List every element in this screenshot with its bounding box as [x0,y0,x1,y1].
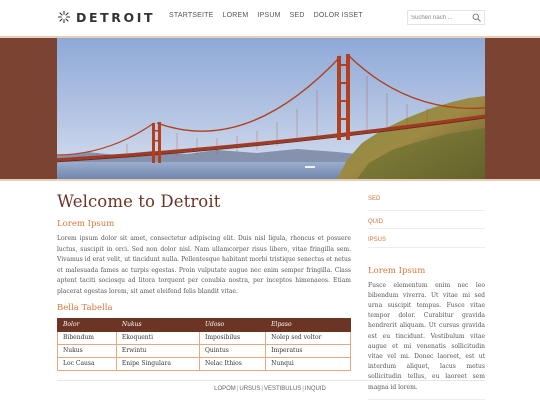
footer-divider [57,380,485,381]
table-header-row: Bolor Nukus Udoso Elpaso [57,317,351,332]
table-cell: Imposibilus [198,330,267,345]
footer-link-vestibulus[interactable]: VESTIBULUS [264,386,301,392]
search-input[interactable] [411,12,469,23]
table-cell: Nelac Ithios [198,356,267,371]
nav-item-dolor-isset[interactable]: DOLOR ISSET [314,12,363,19]
data-table: Bolor Nukus Udoso Elpaso Bibendum Ekoque… [57,317,351,371]
main-nav: STARTSEITE LOREM IPSUM SED DOLOR ISSET [169,12,372,19]
sidebar-link-quid[interactable]: QUID [368,211,485,229]
footer-separator: | [302,386,304,392]
nav-item-startseite[interactable]: STARTSEITE [169,12,214,19]
sidebar-paragraph: Fusce elementum enim nec leo bibendum vi… [368,281,485,391]
search-icon[interactable] [472,13,481,22]
table-title: Bella Tabella [57,302,113,313]
table-row: Nukus Erwintu Quintus Imperatus [57,343,351,358]
table-row: Loc Causa Enipe Singulara Nelac Ithios N… [57,356,351,371]
nav-item-sed[interactable]: SED [290,12,305,19]
sunburst-logo-icon [57,10,71,24]
table-cell: Nolep sed voltor [265,330,351,345]
table-cell: Quintus [198,343,267,358]
table-cell: Imperatus [265,343,351,358]
footer-link-inquid[interactable]: INQUID [305,386,326,392]
intro-paragraph: Lorem ipsum dolor sit amet, consectetur … [57,235,351,295]
sidebar-divider [368,398,485,400]
nav-item-ipsum[interactable]: IPSUM [257,12,280,19]
table-header-cell: Udoso [198,317,267,332]
footer-link-lopom[interactable]: LOPOM [214,386,236,392]
section-title: Lorem Ipsum [57,219,115,229]
site-logo[interactable]: DETROIT [57,9,155,25]
table-header-cell: Nukus [115,317,200,332]
table-header-cell: Elpaso [265,317,351,332]
bridge-photo [57,38,485,179]
table-cell: Ekoquenti [115,330,200,345]
sidebar: SED QUID IPSUS Lorem Ipsum Fusce element… [368,192,485,400]
sidebar-link-ipsus[interactable]: IPSUS [368,229,485,248]
main-content: Welcome to Detroit Lorem Ipsum Lorem ips… [57,192,351,371]
search-box [407,10,485,25]
table-cell: Loc Causa [57,356,117,371]
sidebar-link-sed[interactable]: SED [368,192,485,211]
footer-link-ursus[interactable]: URSUS [239,386,260,392]
nav-item-lorem[interactable]: LOREM [223,12,249,19]
table-cell: Bibendum [57,330,117,345]
site-header: DETROIT STARTSEITE LOREM IPSUM SED DOLOR… [0,0,540,36]
table-cell: Nukus [57,343,117,358]
footer-separator: | [261,386,263,392]
sidebar-title: Lorem Ipsum [368,265,426,276]
table-cell: Erwintu [115,343,200,358]
table-cell: Enipe Singulara [115,356,200,371]
table-header-cell: Bolor [57,317,117,332]
hero-image [57,38,485,179]
table-cell: Nunqui [265,356,351,371]
site-footer: LOPOM|URSUS|VESTIBULUS|INQUID [0,386,540,392]
page-title: Welcome to Detroit [57,192,221,211]
logo-text: DETROIT [76,9,156,25]
table-row: Bibendum Ekoquenti Imposibilus Nolep sed… [57,330,351,345]
